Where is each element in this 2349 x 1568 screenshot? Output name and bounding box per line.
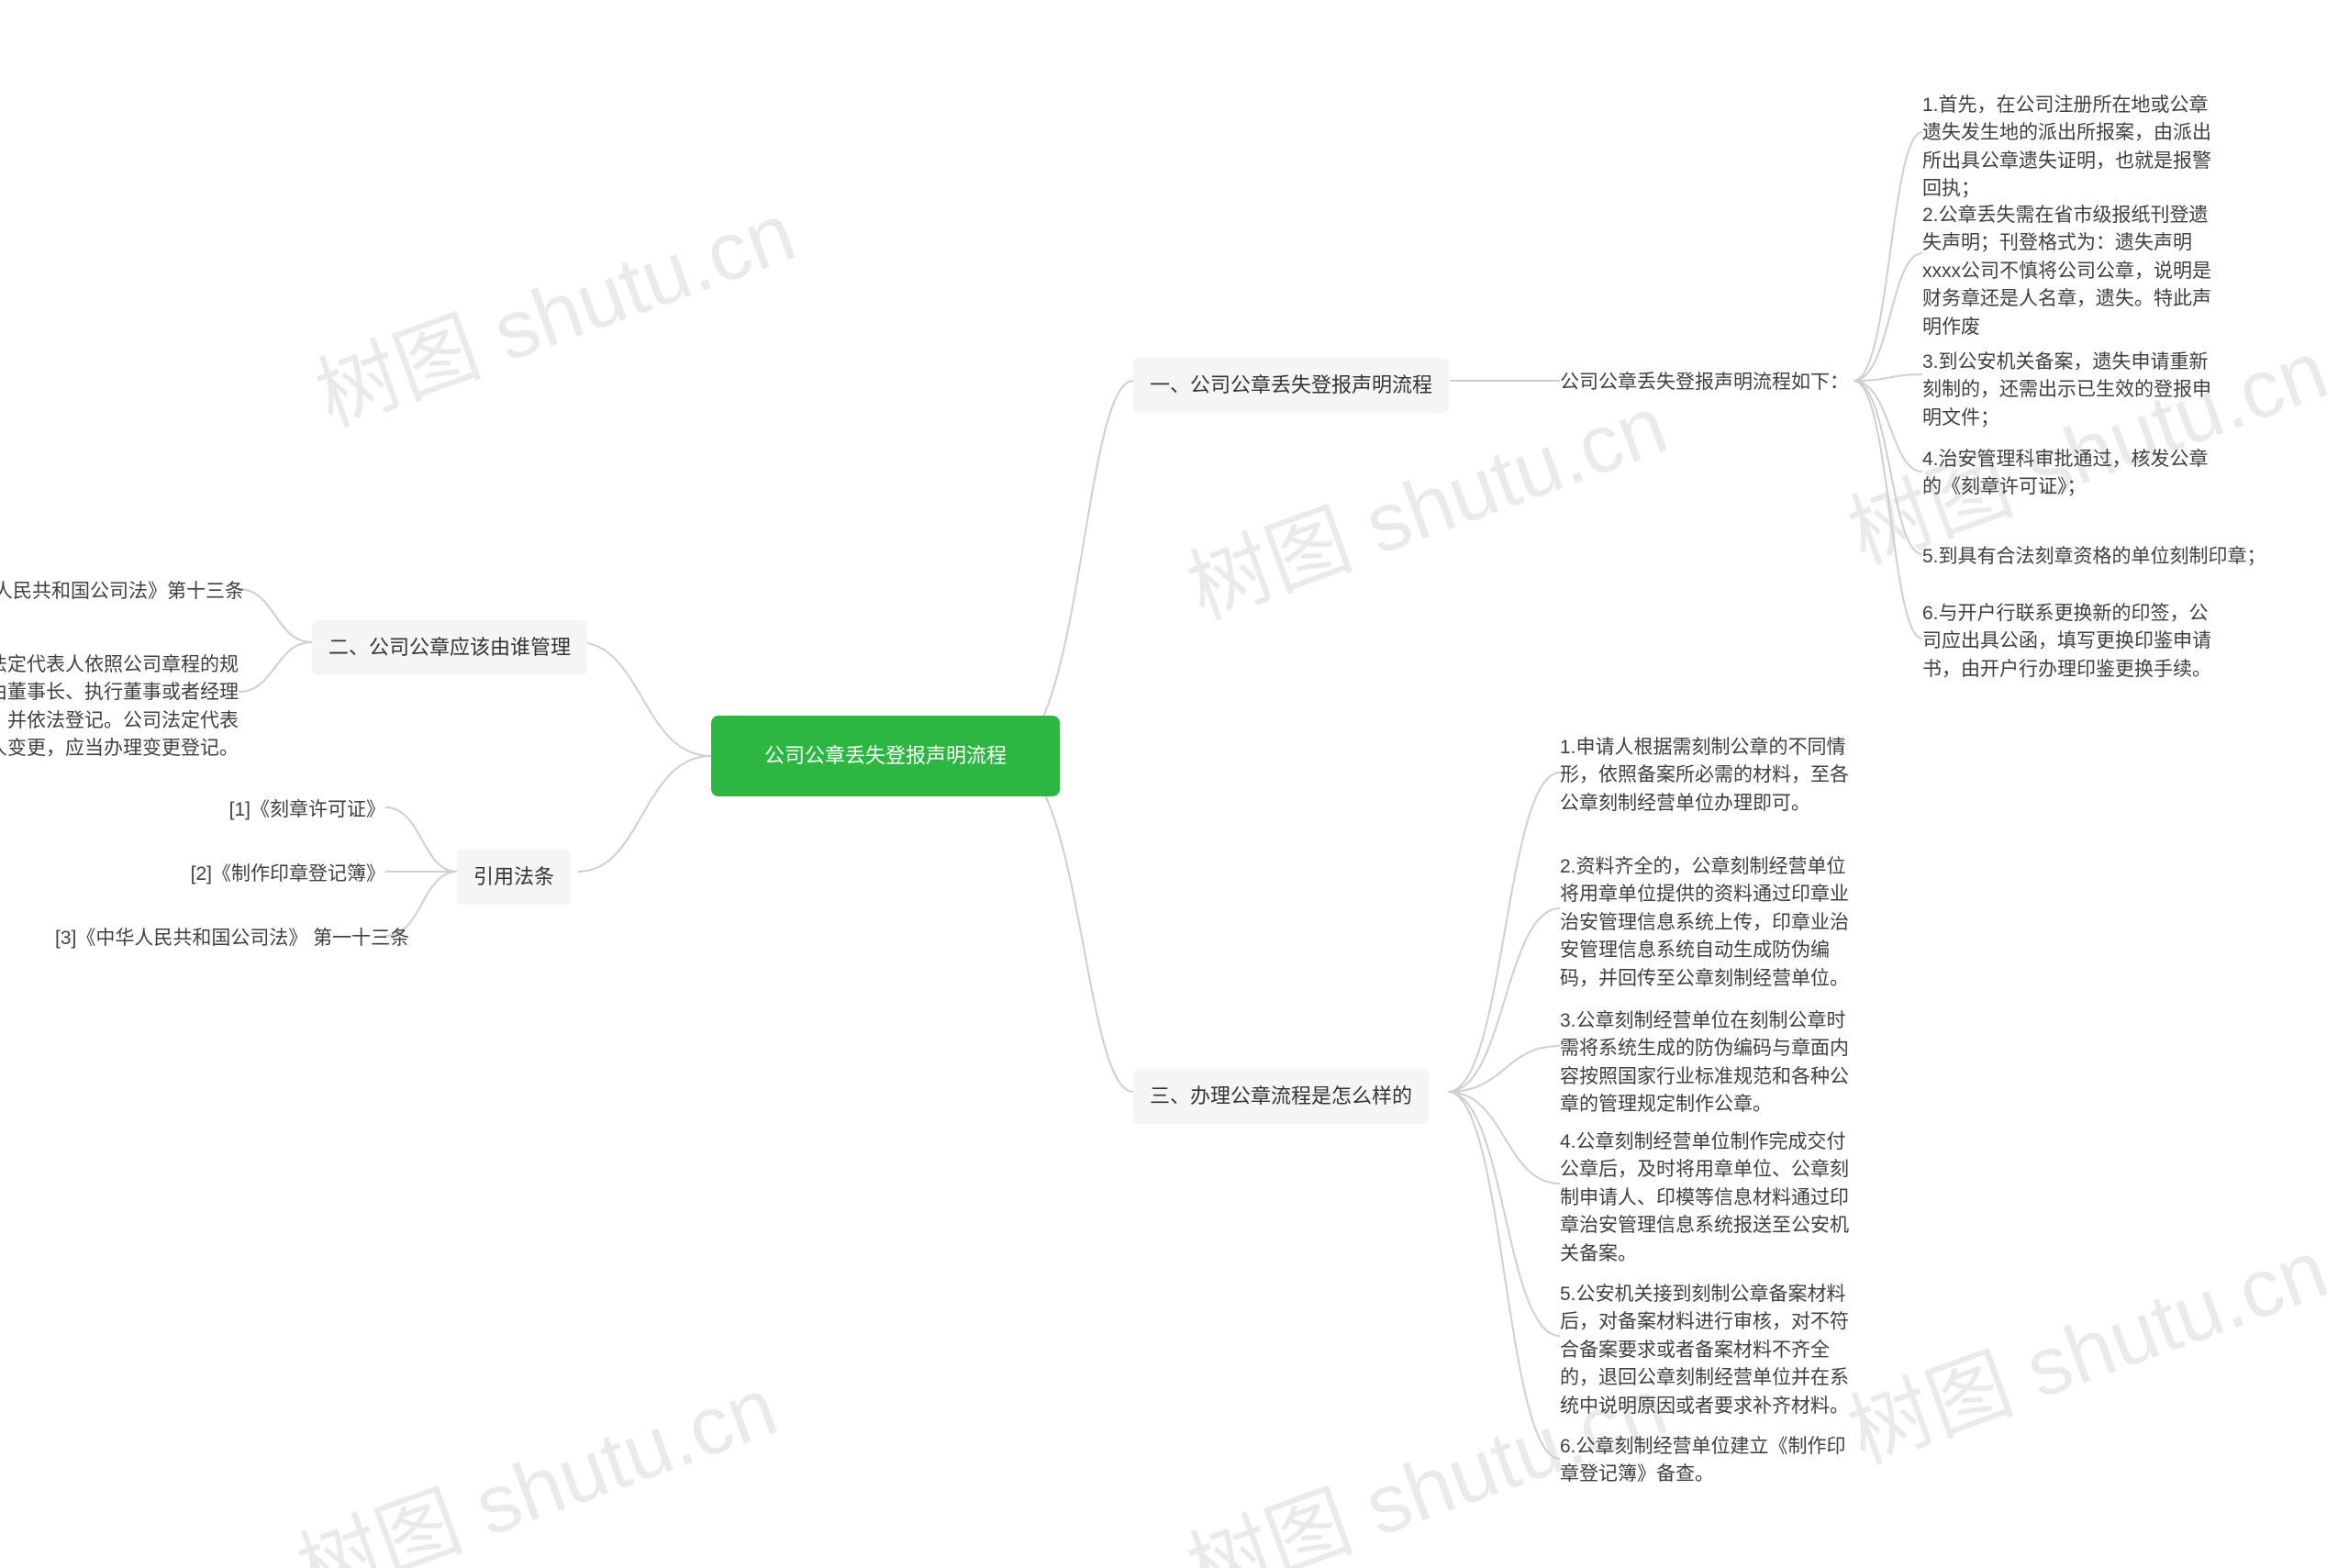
- b3-leaf-2: 2.资料齐全的，公章刻制经营单位将用章单位提供的资料通过印章业治安管理信息系统上…: [1560, 853, 1863, 993]
- b1-leaf-6: 6.与开户行联系更换新的印签，公司应出具公函，填写更换印鉴申请书，由开户行办理印…: [1922, 600, 2225, 684]
- b1-leaf-5: 5.到具有合法刻章资格的单位刻制印章；: [1922, 543, 2266, 571]
- law-1: [1]《刻章许可证》: [55, 796, 385, 824]
- b1-leaf-2: 2.公章丢失需在省市级报纸刊登遗失声明；刊登格式为：遗失声明xxxx公司不慎将公…: [1922, 202, 2225, 341]
- watermark: 树图 shutu.cn: [297, 166, 808, 450]
- b3-leaf-3: 3.公章刻制经营单位在刻制公章时需将系统生成的防伪编码与章面内容按照国家行业标准…: [1560, 1007, 1863, 1119]
- watermark: 树图 shutu.cn: [279, 1340, 790, 1568]
- b1-leaf-1: 1.首先，在公司注册所在地或公章遗失发生地的派出所报案，由派出所出具公章遗失证明…: [1922, 92, 2225, 204]
- b3-leaf-4: 4.公章刻制经营单位制作完成交付公章后，及时将用章单位、公章刻制申请人、印模等信…: [1560, 1129, 1863, 1268]
- b2-leaf-1: 《中华人民共和国公司法》第十三条: [0, 578, 239, 606]
- b1-leaf-4: 4.治安管理科审批通过，核发公章的《刻章许可证》；: [1922, 446, 2225, 502]
- b3-leaf-1: 1.申请人根据需刻制公章的不同情形，依照备案所必需的材料，至各公章刻制经营单位办…: [1560, 734, 1863, 817]
- law-2: [2]《制作印章登记簿》: [55, 861, 385, 888]
- branch-2[interactable]: 二、公司公章应该由谁管理: [312, 620, 587, 675]
- watermark: 树图 shutu.cn: [1830, 1203, 2341, 1486]
- b3-leaf-6: 6.公章刻制经营单位建立《制作印章登记簿》备查。: [1560, 1433, 1863, 1489]
- b1-leaf-3: 3.到公安机关备案，遗失申请重新刻制的，还需出示已生效的登报申明文件；: [1922, 349, 2225, 432]
- branch-laws[interactable]: 引用法条: [457, 850, 571, 905]
- root-node[interactable]: 公司公章丢失登报声明流程: [711, 716, 1060, 796]
- b2-leaf-2: 公司法定代表人依照公司章程的规定，由董事长、执行董事或者经理担任，并依法登记。公…: [0, 651, 239, 763]
- branch-3[interactable]: 三、办理公章流程是怎么样的: [1133, 1069, 1429, 1124]
- branch-1-sub: 公司公章丢失登报声明流程如下：: [1560, 369, 1849, 396]
- branch-1[interactable]: 一、公司公章丢失登报声明流程: [1133, 358, 1449, 413]
- b3-leaf-5: 5.公安机关接到刻制公章备案材料后，对备案材料进行审核，对不符合备案要求或者备案…: [1560, 1281, 1863, 1420]
- law-3: [3]《中华人民共和国公司法》 第一十三条: [55, 925, 385, 952]
